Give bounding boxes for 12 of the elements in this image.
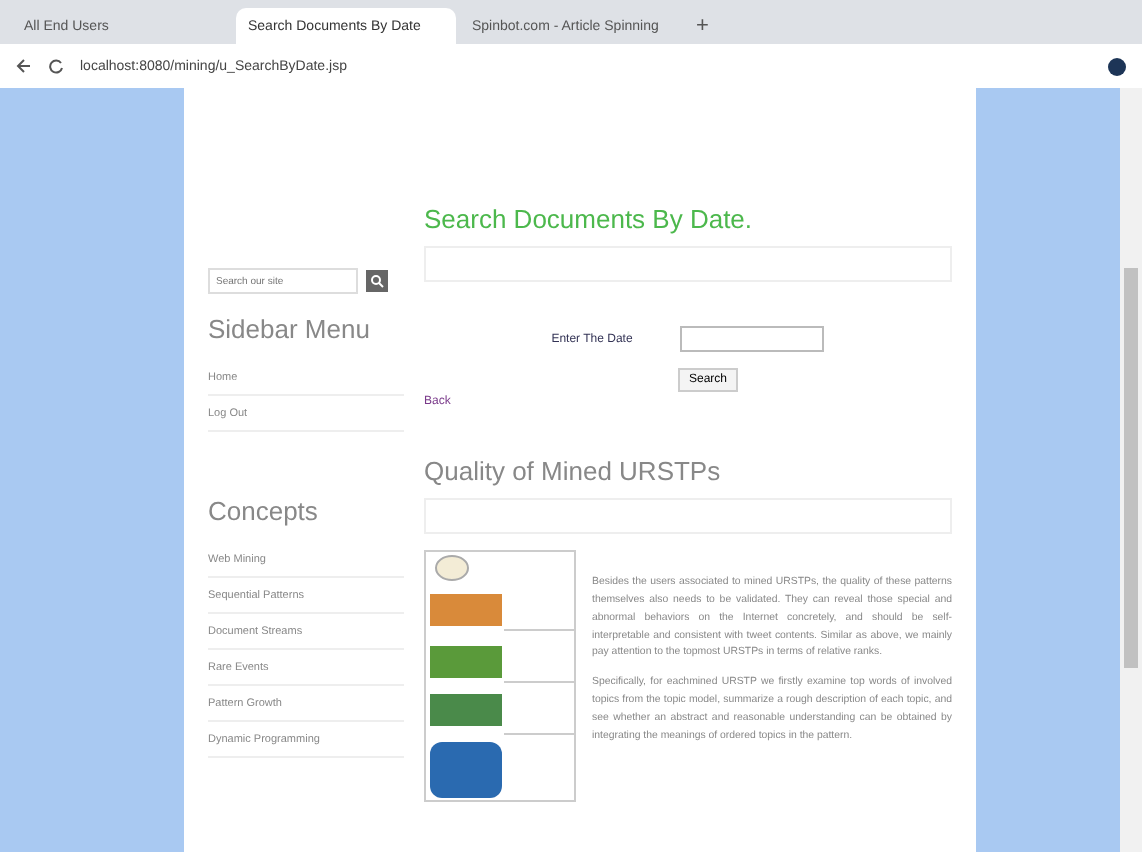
sidebar-heading: Sidebar Menu xyxy=(208,314,372,344)
section-title: Quality of Mined URSTPs xyxy=(424,456,723,486)
scrollbar[interactable] xyxy=(1120,88,1142,852)
sidebar-heading: Concepts xyxy=(208,496,320,526)
avatar-icon[interactable] xyxy=(1108,57,1126,75)
back-arrow-icon[interactable] xyxy=(16,58,32,74)
page-title: Search Documents By Date. xyxy=(424,204,755,234)
search-button[interactable] xyxy=(366,270,388,292)
search-icon xyxy=(370,274,384,288)
date-field[interactable] xyxy=(680,326,825,352)
reload-icon[interactable] xyxy=(48,58,64,74)
new-tab-button[interactable]: + xyxy=(684,14,721,44)
